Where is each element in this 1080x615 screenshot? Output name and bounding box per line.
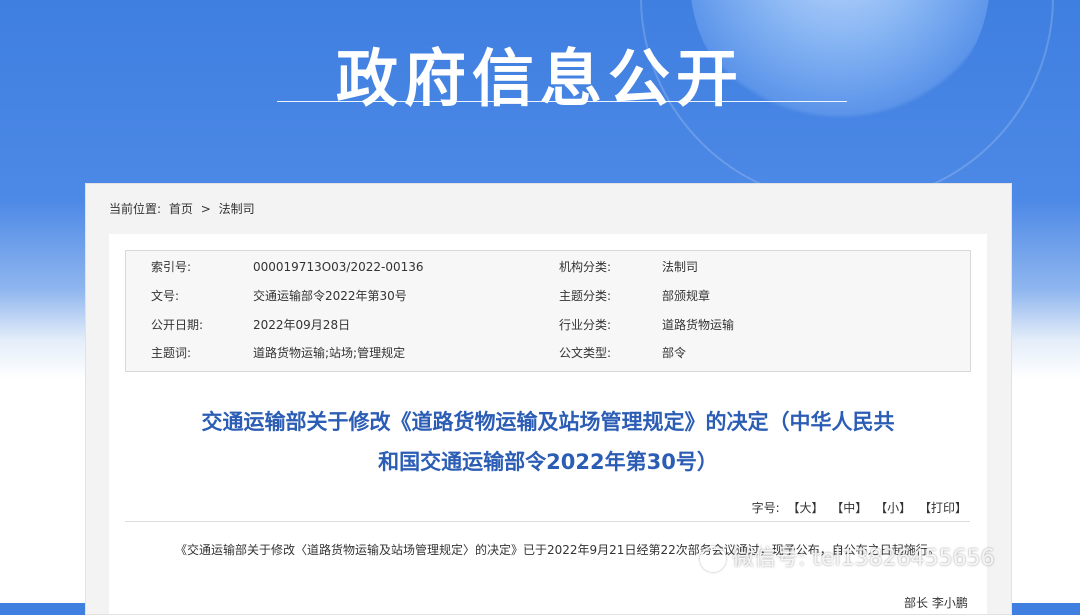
metadata-value: 2022年09月28日: [253, 318, 351, 332]
metadata-row: 索引号: 000019713O03/2022-00136 机构分类: 法制司: [126, 253, 970, 282]
breadcrumb-separator: >: [200, 202, 211, 216]
document-title: 交通运输部关于修改《道路货物运输及站场管理规定》的决定（中华人民共 和国交通运输…: [109, 402, 987, 482]
font-size-label: 字号:: [751, 501, 780, 515]
document-title-line: 交通运输部关于修改《道路货物运输及站场管理规定》的决定（中华人民共: [201, 410, 895, 434]
metadata-value: 道路货物运输;站场;管理规定: [253, 346, 406, 360]
metadata-key: 索引号:: [151, 260, 192, 274]
wechat-icon: [700, 546, 726, 572]
breadcrumb-home-link[interactable]: 首页: [169, 202, 193, 216]
title-divider: [125, 521, 970, 522]
document-metadata-table: 索引号: 000019713O03/2022-00136 机构分类: 法制司 文…: [125, 250, 971, 372]
font-size-controls: 字号: 【大】 【中】 【小】 【打印】: [748, 499, 967, 516]
page-banner: 政府信息公开: [0, 0, 1080, 190]
font-large-button[interactable]: 【大】: [787, 501, 823, 515]
breadcrumb-current-link[interactable]: 法制司: [219, 202, 255, 216]
print-button[interactable]: 【打印】: [919, 501, 967, 515]
metadata-value: 法制司: [662, 260, 699, 274]
metadata-key: 主题分类:: [559, 289, 612, 303]
metadata-row: 公开日期: 2022年09月28日 行业分类: 道路货物运输: [126, 311, 970, 340]
banner-underline: [277, 101, 847, 102]
metadata-key: 文号:: [151, 289, 180, 303]
metadata-key: 主题词:: [151, 346, 192, 360]
breadcrumb-label: 当前位置:: [109, 202, 162, 216]
metadata-key: 行业分类:: [559, 318, 612, 332]
metadata-value: 000019713O03/2022-00136: [253, 260, 424, 274]
metadata-value: 交通运输部令2022年第30号: [253, 289, 407, 303]
metadata-key: 公开日期:: [151, 318, 204, 332]
document-title-line: 和国交通运输部令2022年第30号）: [378, 450, 718, 474]
font-small-button[interactable]: 【小】: [875, 501, 911, 515]
metadata-key: 公文类型:: [559, 346, 612, 360]
metadata-row: 主题词: 道路货物运输;站场;管理规定 公文类型: 部令: [126, 339, 970, 368]
font-medium-button[interactable]: 【中】: [831, 501, 867, 515]
banner-title: 政府信息公开: [335, 42, 744, 115]
breadcrumb: 当前位置: 首页 > 法制司: [109, 200, 259, 217]
metadata-value: 部颁规章: [662, 289, 711, 303]
wechat-watermark: 微信号: tel13826455656: [700, 540, 995, 572]
metadata-value: 部令: [662, 346, 687, 360]
metadata-key: 机构分类:: [559, 260, 612, 274]
metadata-value: 道路货物运输: [662, 318, 735, 332]
metadata-row: 文号: 交通运输部令2022年第30号 主题分类: 部颁规章: [126, 282, 970, 311]
watermark-text: 微信号: tel13826455656: [732, 546, 995, 571]
